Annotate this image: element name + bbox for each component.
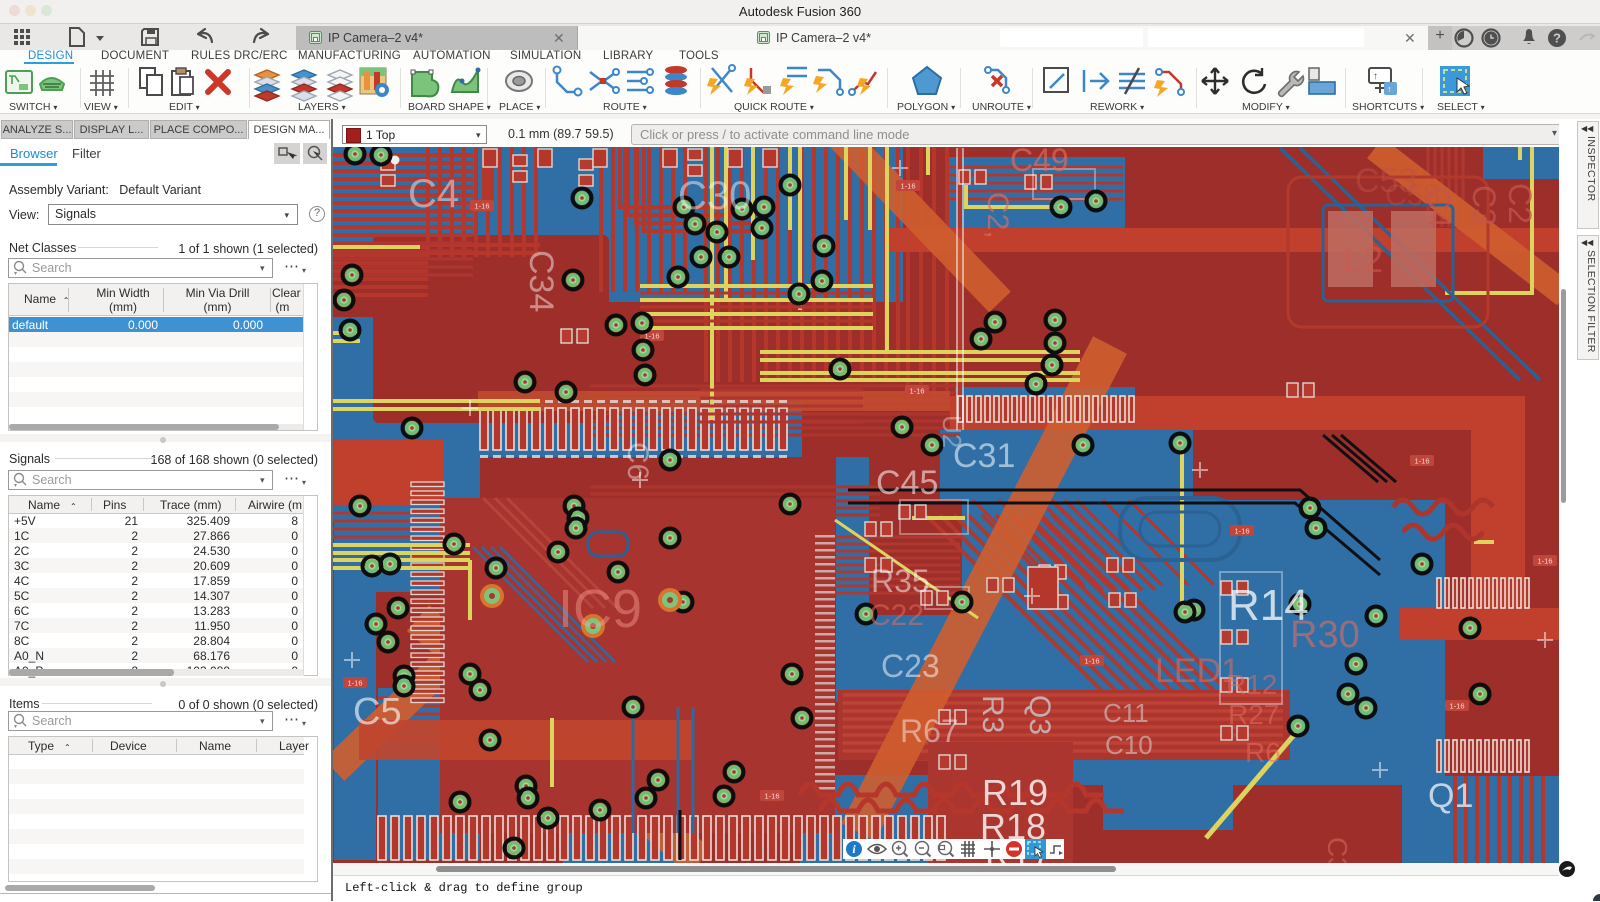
- svg-text:C49: C49: [1010, 147, 1069, 178]
- svg-text:C10: C10: [1105, 730, 1153, 760]
- svg-text:C3: C3: [1466, 185, 1502, 226]
- svg-text:1-16: 1-16: [474, 202, 489, 211]
- svg-text:IC9: IC9: [558, 579, 642, 639]
- svg-text:R35: R35: [871, 563, 930, 599]
- svg-text:C30: C30: [678, 174, 751, 218]
- svg-text:R67: R67: [900, 713, 959, 749]
- svg-text:C6: C6: [621, 442, 654, 480]
- svg-text:C5: C5: [353, 691, 402, 733]
- svg-text:1-16: 1-16: [909, 387, 924, 396]
- svg-text:1-16: 1-16: [1234, 527, 1249, 536]
- svg-text:1-16: 1-16: [347, 679, 362, 688]
- svg-text:R3: R3: [976, 695, 1009, 733]
- svg-text:C11: C11: [1103, 698, 1149, 728]
- svg-text:C31: C31: [953, 437, 1015, 475]
- svg-text:C22: C22: [869, 599, 924, 632]
- svg-text:R30: R30: [1290, 614, 1360, 656]
- svg-text:R12: R12: [1226, 669, 1277, 700]
- svg-text:1-16: 1-16: [1414, 457, 1429, 466]
- svg-text:C45: C45: [876, 464, 938, 502]
- svg-text:C23: C23: [881, 648, 940, 684]
- svg-text:1-16: 1-16: [900, 182, 915, 191]
- svg-text:C4: C4: [1421, 187, 1457, 228]
- svg-text:C36: C36: [1322, 837, 1353, 863]
- svg-text:C2,: C2,: [981, 192, 1014, 239]
- svg-text:1-16: 1-16: [1537, 557, 1552, 566]
- svg-text:L2: L2: [1343, 239, 1383, 280]
- svg-text:1-16: 1-16: [1449, 702, 1464, 711]
- svg-text:Q1: Q1: [1428, 777, 1473, 815]
- svg-text:↑: ↑: [1387, 84, 1392, 94]
- svg-text:C2: C2: [1502, 183, 1538, 224]
- svg-text:1-16: 1-16: [1084, 657, 1099, 666]
- svg-text:R6: R6: [1245, 737, 1281, 768]
- svg-text:↑: ↑: [1373, 71, 1378, 82]
- svg-text:Q3: Q3: [1023, 695, 1056, 735]
- svg-text:?: ?: [1553, 31, 1561, 46]
- svg-text:1-16: 1-16: [764, 792, 779, 801]
- svg-text:C34: C34: [522, 250, 560, 312]
- svg-text:C4: C4: [408, 172, 459, 216]
- svg-text:R27: R27: [1228, 699, 1279, 730]
